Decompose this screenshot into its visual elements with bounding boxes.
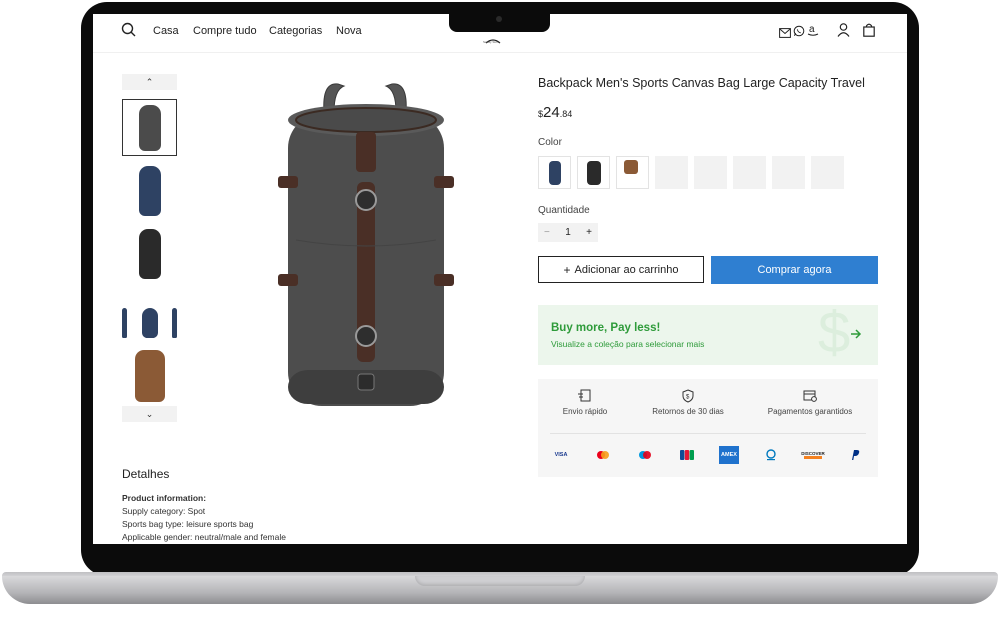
color-swatch-6[interactable] [733, 156, 766, 189]
feature-guaranteed-payments: Pagamentos garantidos [764, 389, 856, 416]
trust-features-panel: Envio rápido $ Retornos de 30 dias Pagam… [538, 379, 878, 477]
product-title: Backpack Men's Sports Canvas Bag Large C… [538, 76, 865, 90]
diners-club-icon [761, 448, 781, 462]
color-swatch-8[interactable] [811, 156, 844, 189]
thumbnail-blue-backpack[interactable] [122, 162, 177, 219]
dollar-watermark-icon: $ [818, 305, 851, 365]
quantity-label: Quantidade [538, 205, 590, 216]
color-label: Color [538, 137, 562, 148]
promo-subtitle: Visualize a coleção para selecionar mais [551, 339, 705, 349]
nav-shop-all[interactable]: Compre tudo [193, 25, 257, 37]
details-line-type: Sports bag type: leisure sports bag [122, 519, 254, 529]
main-product-image[interactable] [276, 80, 456, 412]
color-swatch-4[interactable] [655, 156, 688, 189]
whatsapp-icon[interactable] [793, 24, 805, 42]
quantity-increase-button[interactable]: + [586, 227, 598, 238]
paypal-icon [845, 448, 865, 462]
details-heading: Product information: [122, 493, 207, 503]
camera-icon [496, 16, 502, 22]
chevron-up-icon: ⌃ [145, 76, 154, 87]
promo-banner[interactable]: $ Buy more, Pay less! Visualize a coleçã… [538, 305, 878, 365]
discover-icon: DISCOVER [801, 448, 825, 462]
details-line-gender: Applicable gender: neutral/male and fema… [122, 532, 286, 542]
color-swatch-black[interactable] [577, 156, 610, 189]
nav-new[interactable]: Nova [336, 25, 362, 37]
price-whole: 24 [543, 104, 560, 121]
details-title: Detalhes [122, 467, 170, 481]
price-cents: .84 [559, 109, 573, 119]
svg-text:a: a [809, 24, 815, 35]
product-price: $24.84 [538, 104, 572, 122]
mastercard-icon [593, 448, 613, 462]
add-to-cart-label: Adicionar ao carrinho [574, 263, 679, 276]
quantity-value[interactable]: 1 [565, 227, 571, 238]
thumbnail-blue-backpack-multi[interactable] [122, 306, 177, 340]
quantity-stepper: − 1 + [538, 223, 598, 242]
color-swatch-5[interactable] [694, 156, 727, 189]
amazon-icon[interactable]: a [807, 23, 819, 42]
mail-icon[interactable] [779, 25, 791, 43]
maestro-icon [635, 448, 655, 462]
nav-categories[interactable]: Categorias [269, 25, 322, 37]
store-logo[interactable] [485, 32, 501, 44]
color-swatch-brown[interactable] [616, 156, 649, 189]
svg-text:$: $ [686, 395, 690, 401]
details-line-supply: Supply category: Spot [122, 506, 206, 516]
plus-icon: + [563, 262, 571, 277]
buy-now-label: Comprar agora [757, 264, 832, 276]
thumbnail-down-button[interactable]: ⌄ [122, 406, 177, 422]
color-swatch-7[interactable] [772, 156, 805, 189]
browser-screen: Casa Compre tudo Categorias Nova Sandy S… [93, 14, 907, 544]
add-to-cart-button[interactable]: + Adicionar ao carrinho [538, 256, 704, 283]
laptop-opening-notch [415, 576, 585, 586]
features-divider [550, 433, 866, 434]
search-icon[interactable] [121, 22, 136, 42]
secure-payment-icon [764, 389, 856, 407]
arrow-right-icon [850, 327, 862, 345]
visa-icon: VISA [554, 452, 568, 458]
account-icon[interactable] [837, 23, 850, 42]
thumbnail-brown-backpack[interactable] [122, 347, 177, 404]
color-swatch-blue[interactable] [538, 156, 571, 189]
promo-title: Buy more, Pay less! [551, 322, 661, 334]
quantity-decrease-button[interactable]: − [538, 227, 550, 238]
brand-caption: Sandy Store [483, 40, 500, 44]
nav-home[interactable]: Casa [153, 25, 179, 37]
thumbnail-column: ⌃ ⌄ [122, 74, 177, 422]
chevron-down-icon: ⌄ [145, 408, 154, 419]
thumbnail-up-button[interactable]: ⌃ [122, 74, 177, 90]
thumbnail-black-backpack[interactable] [122, 225, 177, 282]
returns-shield-icon: $ [648, 389, 728, 407]
feature-30-day-returns: $ Retornos de 30 dias [648, 389, 728, 416]
thumbnail-gray-backpack[interactable] [122, 99, 177, 156]
buy-now-button[interactable]: Comprar agora [711, 256, 878, 284]
cart-bag-icon[interactable] [863, 23, 875, 42]
jcb-icon [677, 448, 697, 462]
amex-icon: AMEX [719, 446, 739, 464]
feature-fast-shipping: Envio rápido [558, 389, 612, 416]
camera-notch [449, 12, 550, 32]
fast-shipping-icon [558, 389, 612, 407]
